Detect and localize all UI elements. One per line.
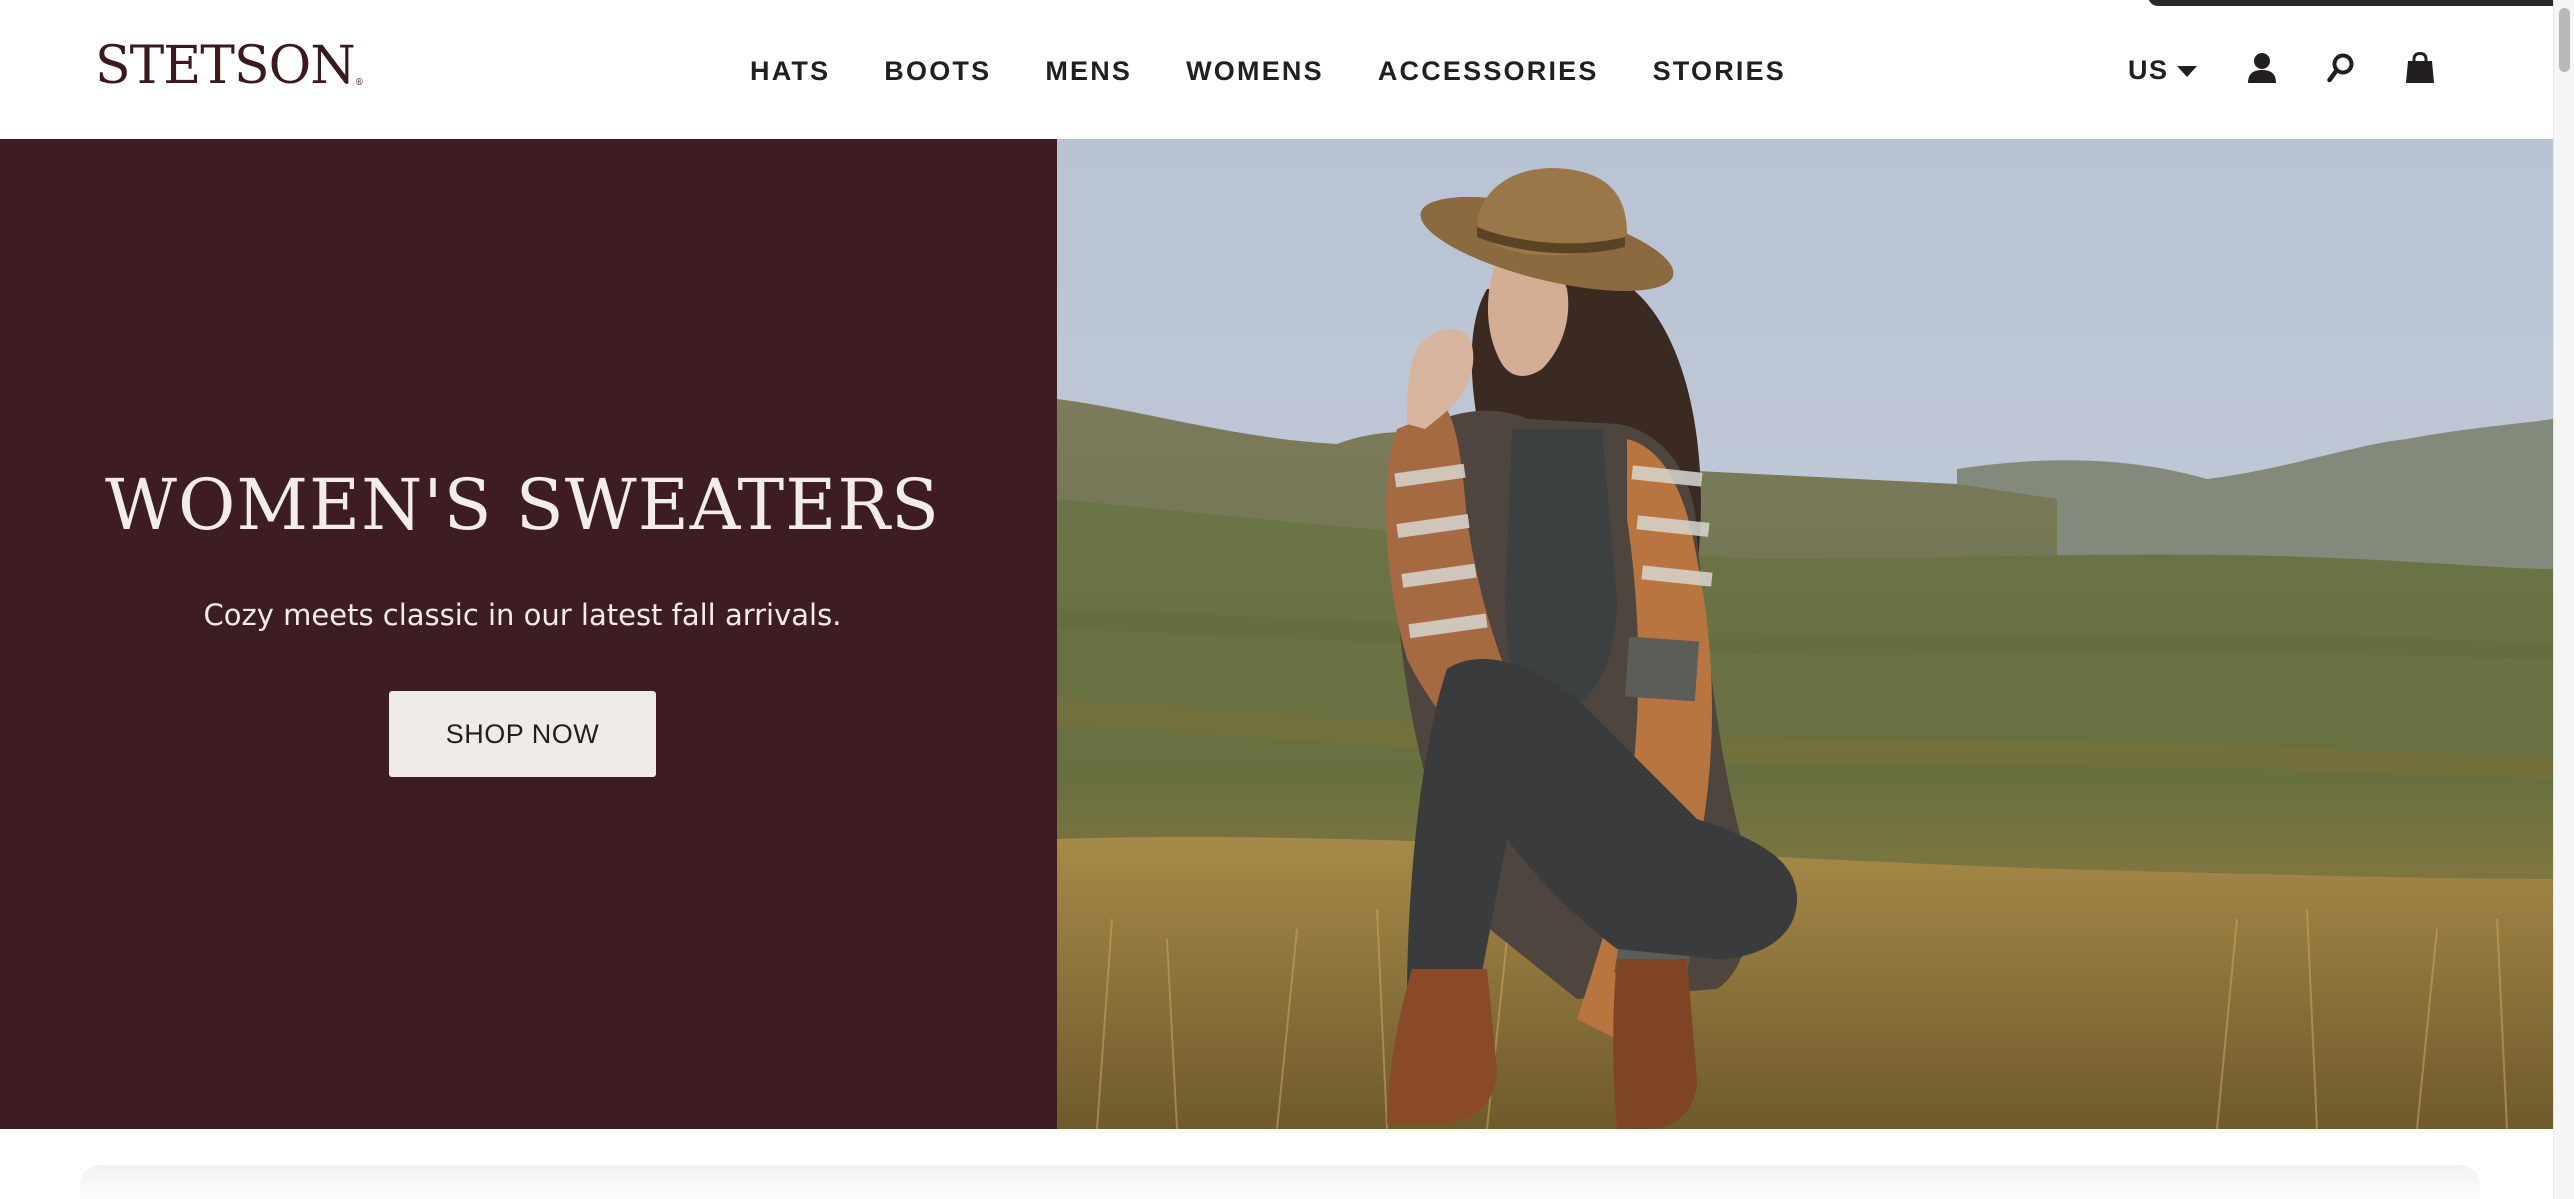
nav-item-mens[interactable]: MENS (1045, 56, 1132, 87)
nav-item-womens[interactable]: WOMENS (1186, 56, 1324, 87)
next-section-card-edge (80, 1165, 2480, 1199)
hero-banner: WOMEN'S SWEATERS Cozy meets classic in o… (0, 139, 2553, 1129)
browser-popup-edge (2148, 0, 2574, 6)
next-section (0, 1129, 2553, 1199)
scrollbar-thumb[interactable] (2559, 8, 2570, 72)
page-scrollbar[interactable] (2553, 0, 2574, 1199)
account-icon[interactable] (2247, 52, 2277, 89)
hero-title: WOMEN'S SWEATERS (105, 464, 940, 546)
page: STETSON® HATS BOOTS MENS WOMENS ACCESSOR… (0, 0, 2574, 1199)
country-label: US (2128, 54, 2169, 85)
nav-item-accessories[interactable]: ACCESSORIES (1378, 56, 1599, 87)
logo-registered-mark: ® (354, 78, 364, 88)
stetson-logo[interactable]: STETSON® (95, 36, 364, 111)
hero-image[interactable] (1057, 139, 2553, 1129)
nav-item-hats[interactable]: HATS (750, 56, 830, 87)
header-tools: US (2128, 50, 2435, 90)
country-selector[interactable]: US (2128, 55, 2197, 86)
main-nav: HATS BOOTS MENS WOMENS ACCESSORIES STORI… (750, 51, 1786, 91)
site-header: STETSON® HATS BOOTS MENS WOMENS ACCESSOR… (0, 0, 2553, 139)
shopping-bag-icon[interactable] (2405, 51, 2435, 89)
nav-item-stories[interactable]: STORIES (1653, 56, 1786, 87)
search-icon[interactable] (2326, 53, 2355, 88)
nav-item-boots[interactable]: BOOTS (884, 56, 991, 87)
shop-now-button[interactable]: SHOP NOW (389, 691, 656, 777)
hero-text-panel: WOMEN'S SWEATERS Cozy meets classic in o… (0, 139, 1057, 1129)
caret-down-icon (2176, 66, 2197, 77)
logo-text: STETSON (95, 36, 356, 96)
hero-subtitle: Cozy meets classic in our latest fall ar… (203, 598, 842, 632)
